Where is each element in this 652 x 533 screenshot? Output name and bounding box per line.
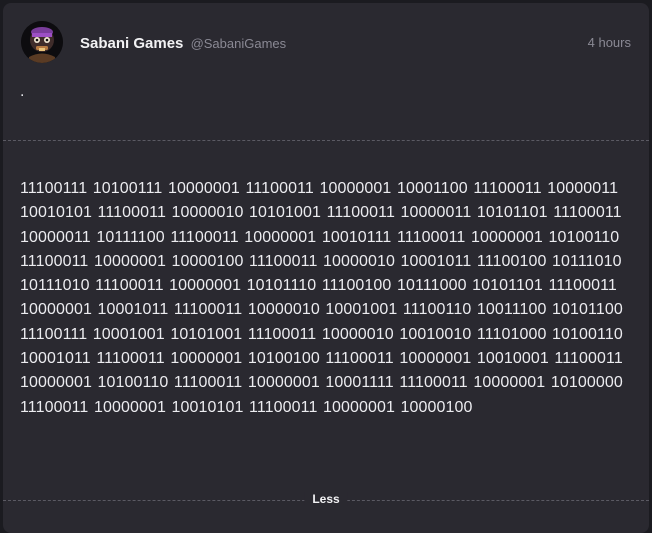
author-name[interactable]: Sabani Games [80,35,183,52]
author-header: Sabani Games @SabaniGames [80,35,286,52]
post-timestamp[interactable]: 4 hours [588,35,631,50]
section-divider [3,140,649,141]
author-handle[interactable]: @SabaniGames [191,36,287,51]
avatar-icon[interactable] [21,21,63,63]
post-short-text: . [20,83,25,100]
post-binary-text: 11100111 10100111 10000001 11100011 1000… [20,180,629,416]
post-card: Sabani Games @SabaniGames 4 hours . 1110… [3,3,649,533]
less-button[interactable]: Less [304,492,348,506]
